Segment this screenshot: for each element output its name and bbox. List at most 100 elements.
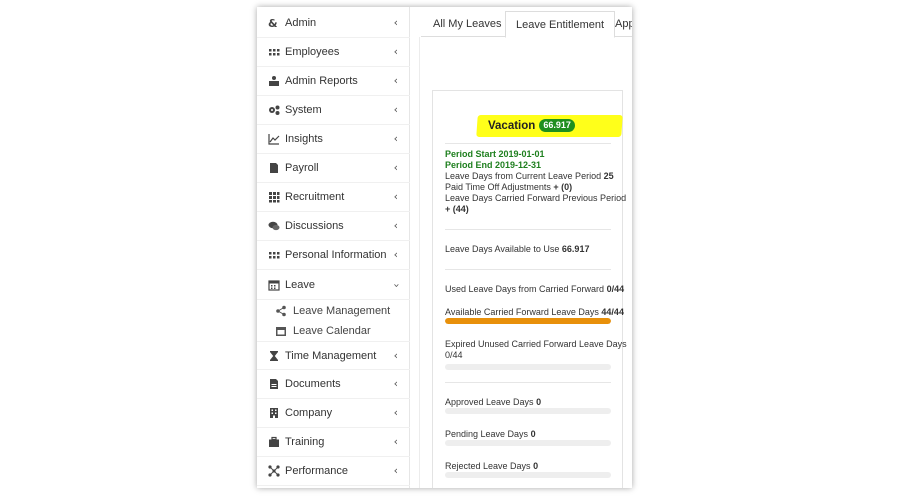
sidebar-item-label: Time Management	[285, 349, 377, 362]
sidebar-subitem-leave-calendar[interactable]: Leave Calendar	[257, 321, 410, 341]
avail-cf-label: Available Carried Forward Leave Days	[445, 307, 599, 317]
expired-progress	[445, 364, 611, 370]
balance-badge: 66.917	[539, 119, 575, 132]
expired-value: 0/44	[445, 350, 463, 360]
period-start: Period Start 2019-01-01	[445, 149, 545, 159]
chevron-left-icon: ‹	[393, 132, 398, 145]
personal-information-icon	[268, 249, 280, 261]
chevron-left-icon: ‹	[393, 435, 398, 448]
period-end: Period End 2019-12-31	[445, 160, 542, 170]
divider	[445, 229, 611, 230]
leave-entitlement-card: Vacation 66.917 Period Start 2019-01-01 …	[432, 90, 627, 488]
sidebar-item-personal-information[interactable]: Personal Information ‹	[257, 241, 410, 270]
adjustments-value: + (0)	[553, 182, 573, 192]
current-period-label: Leave Days from Current Leave Period	[445, 171, 602, 181]
pending-label: Pending Leave Days	[445, 429, 529, 439]
tab-leave-entitlement[interactable]: Leave Entitlement	[505, 11, 616, 38]
sidebar-item-payroll[interactable]: Payroll ‹	[257, 154, 410, 183]
adjustments-row: Paid Time Off Adjustments + (0)	[445, 182, 572, 193]
chevron-down-icon: ‹	[389, 283, 403, 288]
sidebar-item-label: Payroll	[285, 162, 319, 174]
sidebar-item-label: Employees	[285, 46, 340, 58]
sidebar-item-admin[interactable]: & Admin ‹	[257, 9, 410, 38]
employees-icon	[268, 46, 280, 58]
approved-value: 0	[536, 397, 542, 407]
avail-cf-row: Available Carried Forward Leave Days 44/…	[445, 307, 624, 318]
sidebar-item-label: Personal Information	[285, 249, 387, 261]
payroll-icon	[268, 162, 280, 174]
hourglass-icon	[268, 350, 280, 362]
admin-reports-icon	[268, 75, 280, 87]
divider	[445, 382, 611, 383]
sidebar-item-admin-reports[interactable]: Admin Reports ‹	[257, 67, 410, 96]
pending-value: 0	[530, 429, 536, 439]
used-cf-value: 0/44	[606, 284, 625, 294]
main-content: Vacation 66.917 Period Start 2019-01-01 …	[419, 37, 632, 488]
tab-bar: All My Leaves Leave Entitlement App	[421, 7, 632, 38]
calendar-icon	[275, 325, 287, 337]
insights-icon	[268, 133, 280, 145]
divider	[445, 143, 611, 144]
avail-cf-value: 44/44	[601, 307, 624, 317]
approved-label: Approved Leave Days	[445, 397, 534, 407]
sidebar-subitem-leave-management[interactable]: Leave Management	[257, 301, 410, 321]
adjustments-label: Paid Time Off Adjustments	[445, 182, 551, 192]
card-title: Vacation 66.917	[488, 119, 575, 132]
current-period-row: Leave Days from Current Leave Period 25	[445, 171, 614, 182]
chevron-left-icon: ‹	[393, 464, 398, 477]
chevron-left-icon: ‹	[393, 377, 398, 390]
sidebar-item-time-management[interactable]: Time Management ‹	[257, 341, 410, 370]
sidebar-subitem-label: Leave Management	[293, 305, 391, 317]
vacation-title: Vacation	[488, 119, 536, 132]
calendar-icon	[268, 279, 280, 291]
rejected-value: 0	[533, 461, 539, 471]
expired-label: Expired Unused Carried Forward Leave Day…	[445, 339, 627, 349]
sidebar-item-system[interactable]: System ‹	[257, 96, 410, 125]
divider	[445, 269, 611, 270]
sidebar-item-insights[interactable]: Insights ‹	[257, 125, 410, 154]
svg-text:&: &	[268, 17, 278, 29]
available-label: Leave Days Available to Use	[445, 244, 560, 254]
avail-cf-progress	[445, 318, 611, 324]
sidebar-item-label: Performance	[285, 465, 348, 477]
sidebar-item-label: Discussions	[285, 220, 344, 232]
pending-progress	[445, 440, 611, 446]
rejected-row: Rejected Leave Days 0	[445, 461, 538, 472]
sidebar-item-employees[interactable]: Employees ‹	[257, 38, 410, 67]
available-row: Leave Days Available to Use 66.917	[445, 244, 589, 255]
used-cf-label: Used Leave Days from Carried Forward	[445, 284, 605, 294]
progress-fill	[445, 318, 611, 324]
available-value: 66.917	[561, 244, 590, 254]
tab-app[interactable]: App	[605, 11, 632, 37]
recruitment-icon	[268, 191, 280, 203]
sidebar-item-training[interactable]: Training ‹	[257, 428, 410, 457]
sidebar-item-label: Training	[285, 436, 325, 448]
sidebar-item-label: Recruitment	[285, 191, 345, 203]
sidebar-item-performance[interactable]: Performance ‹	[257, 457, 410, 486]
sidebar-item-company[interactable]: Company ‹	[257, 399, 410, 428]
share-icon	[275, 305, 287, 317]
chevron-left-icon: ‹	[393, 74, 398, 87]
tab-all-my-leaves[interactable]: All My Leaves	[423, 11, 511, 37]
chevron-left-icon: ‹	[393, 45, 398, 58]
sidebar-item-documents[interactable]: Documents ‹	[257, 370, 410, 399]
chevron-left-icon: ‹	[393, 161, 398, 174]
sidebar-item-label: Insights	[285, 133, 323, 145]
chevron-left-icon: ‹	[393, 190, 398, 203]
sidebar-item-discussions[interactable]: Discussions ‹	[257, 212, 410, 241]
discussions-icon	[268, 220, 280, 232]
sidebar-item-leave[interactable]: Leave ‹	[257, 271, 410, 300]
carried-forward-value: + (44)	[445, 204, 469, 215]
chevron-left-icon: ‹	[393, 103, 398, 116]
sidebar-item-label: Company	[285, 407, 333, 419]
carried-forward-amount: + (44)	[445, 204, 469, 214]
sidebar-item-recruitment[interactable]: Recruitment ‹	[257, 183, 410, 212]
chevron-left-icon: ‹	[393, 349, 398, 362]
chevron-left-icon: ‹	[393, 16, 398, 29]
carried-forward-label: Leave Days Carried Forward Previous Peri…	[445, 193, 627, 203]
used-cf-row: Used Leave Days from Carried Forward 0/4…	[445, 284, 624, 295]
sidebar-item-label: Leave	[285, 279, 315, 291]
company-icon	[268, 407, 280, 419]
pending-row: Pending Leave Days 0	[445, 429, 536, 440]
chevron-left-icon: ‹	[393, 248, 398, 261]
